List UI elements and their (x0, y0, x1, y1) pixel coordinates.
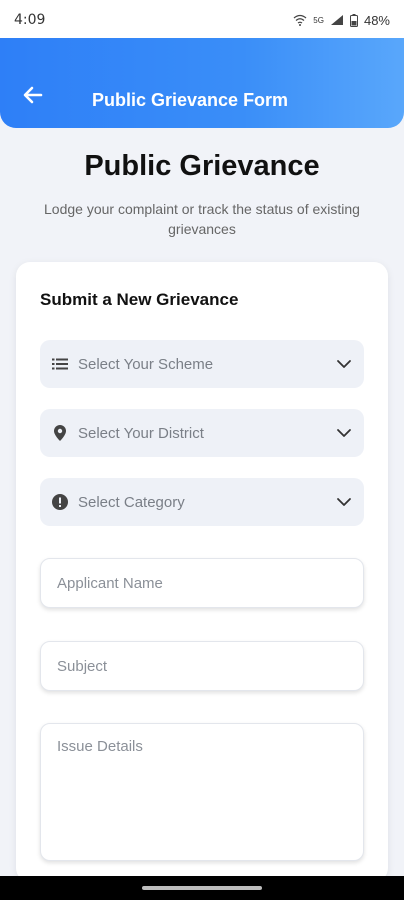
arrow-left-icon (23, 86, 43, 109)
scheme-select[interactable]: Select Your Scheme (40, 340, 364, 388)
applicant-name-input[interactable] (57, 574, 347, 592)
status-icons: 5G 48% (293, 13, 390, 28)
subject-field-wrapper (40, 641, 364, 691)
subject-input[interactable] (57, 657, 347, 675)
header-title: Public Grievance Form (92, 90, 289, 110)
signal-icon (330, 14, 344, 26)
category-select-label: Select Category (78, 493, 185, 511)
battery-percent: 48% (363, 12, 390, 28)
district-select-label: Select Your District (78, 424, 204, 442)
chevron-down-icon (336, 425, 352, 441)
app-header: Public Grievance Form (0, 38, 404, 128)
status-time: 4:09 (14, 12, 46, 28)
issue-details-field-wrapper (40, 723, 364, 861)
back-button[interactable] (18, 84, 48, 110)
page-subtitle: Lodge your complaint or track the status… (44, 201, 360, 237)
issue-details-textarea[interactable] (57, 738, 347, 823)
system-navigation-bar (0, 876, 404, 900)
home-handle[interactable] (142, 886, 262, 890)
chevron-down-icon (336, 356, 352, 372)
form-title: Submit a New Grievance (40, 290, 239, 309)
district-select[interactable]: Select Your District (40, 409, 364, 457)
alert-circle-icon (52, 494, 68, 510)
status-bar: 4:09 5G 48% (0, 0, 404, 40)
grievance-form-card: Submit a New Grievance Select Your Schem… (16, 262, 388, 882)
applicant-name-field-wrapper (40, 558, 364, 608)
chevron-down-icon (336, 494, 352, 510)
list-icon (52, 356, 68, 372)
category-select[interactable]: Select Category (40, 478, 364, 526)
network-label: 5G (313, 15, 324, 25)
wifi-calling-icon (293, 14, 307, 26)
battery-icon (349, 13, 358, 27)
location-pin-icon (52, 425, 68, 441)
page-title: Public Grievance (84, 150, 320, 182)
scheme-select-label: Select Your Scheme (78, 355, 214, 373)
